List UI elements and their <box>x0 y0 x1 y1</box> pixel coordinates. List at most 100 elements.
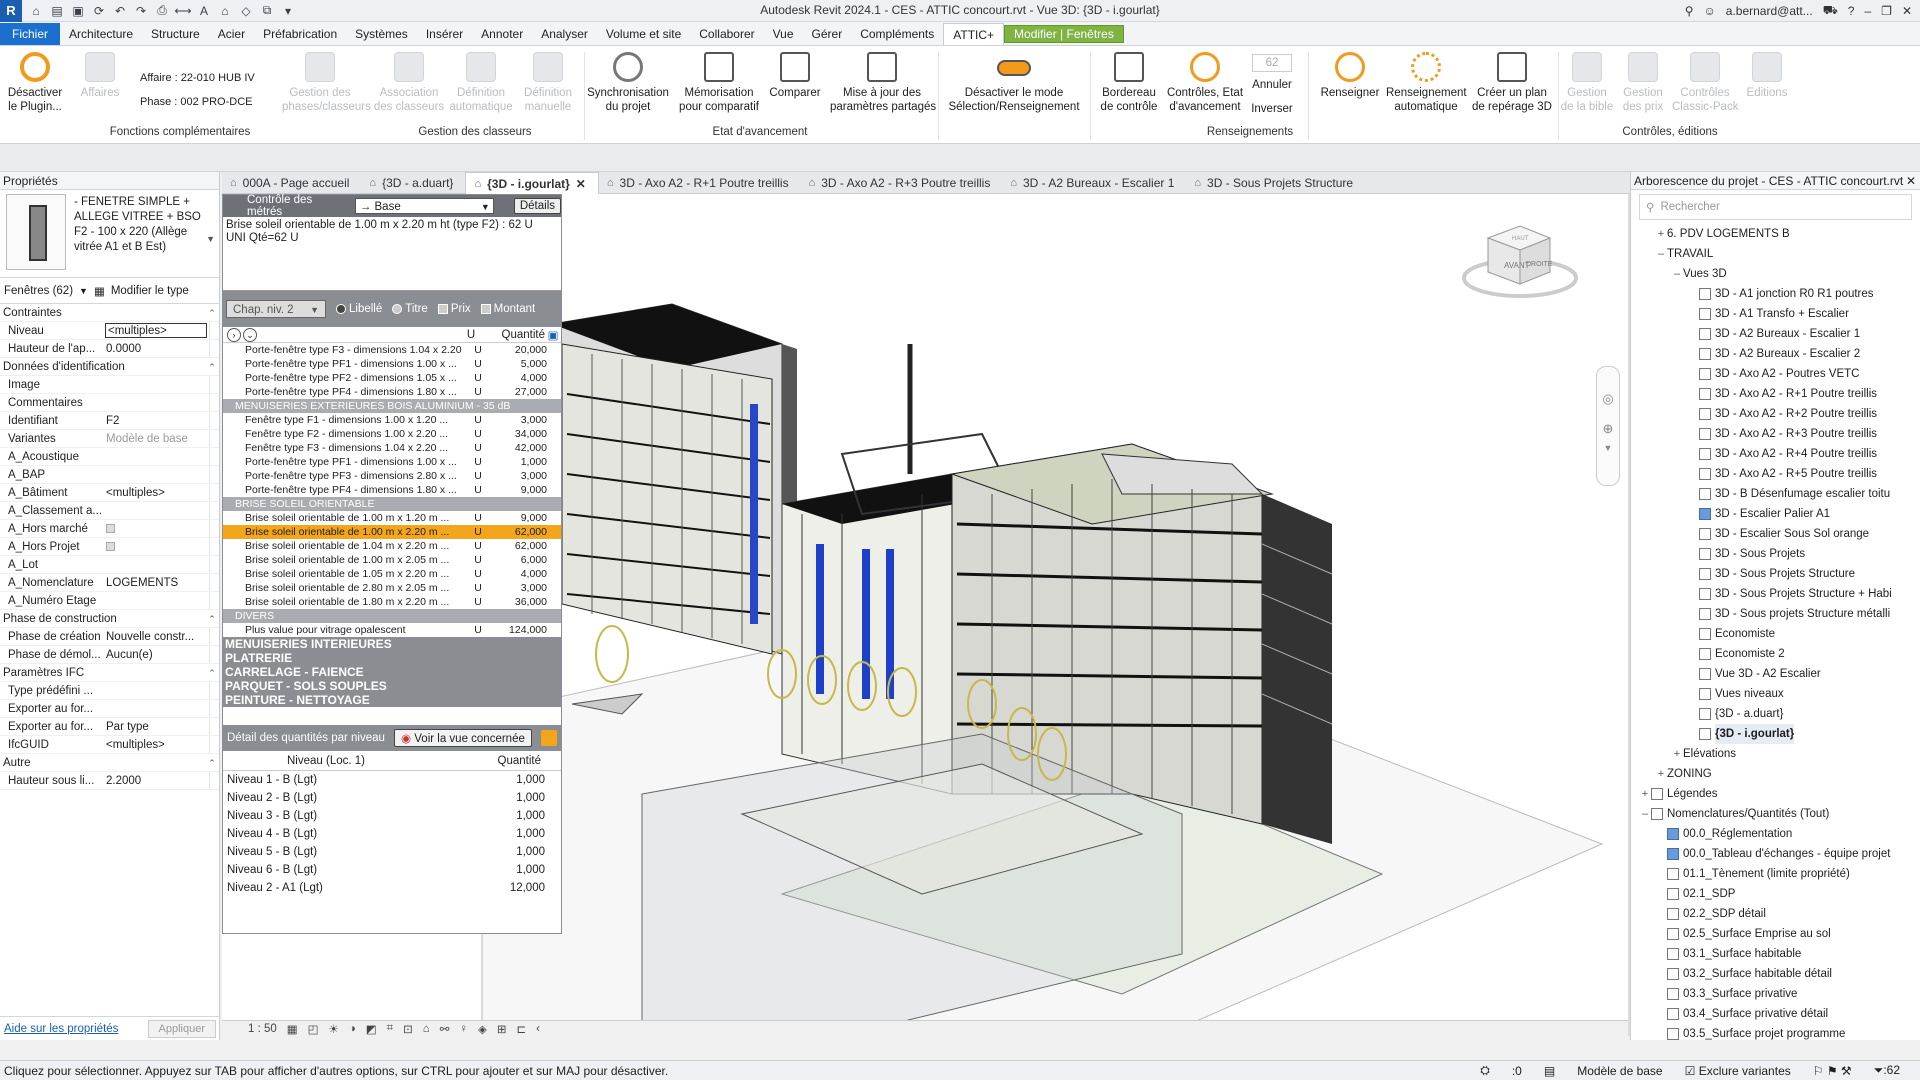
chevron-down-icon[interactable]: ▼ <box>1597 443 1619 453</box>
reveal-icon[interactable]: ♀ <box>459 1023 468 1035</box>
property-value[interactable] <box>103 556 209 573</box>
crop-icon[interactable]: ⌗ <box>387 1022 393 1035</box>
desactiver-mode-button[interactable]: Désactiver le mode Sélection/Renseigneme… <box>942 52 1086 114</box>
collapse-icon[interactable]: ⌃ <box>205 754 219 771</box>
deactivate-plugin-button[interactable]: Désactiver le Plugin... <box>4 52 66 114</box>
property-row[interactable]: Type prédéfini ... <box>0 682 219 700</box>
close-icon[interactable]: ✕ <box>1906 172 1920 189</box>
tree-node[interactable]: {3D - a.duart} <box>1631 704 1920 724</box>
property-value[interactable] <box>103 376 209 393</box>
viewcube-top[interactable]: HAUT <box>1512 236 1529 242</box>
property-row[interactable]: Exporter au for... <box>0 700 219 718</box>
tab-massing[interactable]: Volume et site <box>597 23 690 45</box>
tree-node[interactable]: 01.1_Tènement (limite propriété) <box>1631 864 1920 884</box>
property-value[interactable] <box>103 502 209 519</box>
tab-annotate[interactable]: Annoter <box>472 23 532 45</box>
quantity-row[interactable]: Porte-fenêtre type PF4 - dimensions 1.80… <box>223 385 561 399</box>
model-value[interactable]: Modèle de base <box>1577 1064 1662 1078</box>
tree-node[interactable]: + Légendes <box>1631 784 1920 804</box>
inverser-button[interactable]: Inverser <box>1244 102 1300 116</box>
tab-systems[interactable]: Systèmes <box>346 23 417 45</box>
bordereau-button[interactable]: Bordereau de contrôle <box>1096 52 1162 114</box>
property-row[interactable]: A_Hors marché <box>0 520 219 538</box>
chapter-row[interactable]: CARRELAGE - FAIENCE <box>223 665 561 679</box>
details-button[interactable]: Détails <box>513 198 561 214</box>
quantity-row[interactable]: Fenêtre type F2 - dimensions 1.00 x 2.20… <box>223 427 561 441</box>
type-name[interactable]: - FENETRE SIMPLE + ALLEGE VITREE + BSO F… <box>74 195 208 255</box>
property-row[interactable]: A_Hors Projet <box>0 538 219 556</box>
view-tab[interactable]: ⌂ {3D - a.duart} <box>361 172 465 194</box>
tree-node[interactable]: 02.5_Surface Emprise au sol <box>1631 924 1920 944</box>
collapse-icon[interactable]: ⌄ <box>243 327 257 342</box>
property-value[interactable]: <multiples> <box>103 484 209 501</box>
property-value[interactable] <box>103 466 209 483</box>
tab-addins[interactable]: Compléments <box>851 23 943 45</box>
viewcube-icon[interactable]: AVANT DROITE HAUT <box>1460 208 1580 308</box>
zoom-icon[interactable]: ⊕ <box>1597 421 1619 437</box>
expand-toggle-icon[interactable]: + <box>1639 784 1651 804</box>
filter-count[interactable]: ⏷:62 <box>1874 1063 1900 1078</box>
revit-logo[interactable]: R <box>0 0 22 22</box>
text-icon[interactable]: A <box>196 3 212 19</box>
affaires-button[interactable]: Affaires <box>72 52 128 100</box>
editions-button[interactable]: Editions <box>1740 52 1794 100</box>
radio-libelle[interactable]: Libellé <box>336 303 382 315</box>
view-tab[interactable]: ⌂ 3D - Axo A2 - R+3 Poutre treillis <box>801 172 1003 194</box>
quantity-row[interactable]: Fenêtre type F3 - dimensions 1.04 x 2.20… <box>223 441 561 455</box>
controles-etat-button[interactable]: Contrôles, Etat d'avancement <box>1164 52 1246 114</box>
measure-icon[interactable]: ⟷ <box>174 3 191 19</box>
view-tab[interactable]: ⌂ 3D - A2 Bureaux - Escalier 1 <box>1002 172 1186 194</box>
property-value[interactable] <box>103 592 209 609</box>
renseigner-button[interactable]: Renseigner <box>1312 52 1388 100</box>
property-value[interactable]: F2 <box>103 412 209 429</box>
property-row[interactable]: Hauteur sous li... 2.2000 <box>0 772 219 790</box>
tab-modify-windows[interactable]: Modifier | Fenêtres <box>1004 25 1124 43</box>
3d-viewport[interactable]: Contrôle des métrés → Base ▼ Détails Bris… <box>222 194 1628 1036</box>
print-icon[interactable]: ⎙ <box>154 3 170 19</box>
quantity-row[interactable]: Brise soleil orientable de 1.05 m x 2.20… <box>223 567 561 581</box>
tab-steel[interactable]: Acier <box>209 23 254 45</box>
metre-select[interactable]: → Base ▼ <box>354 198 494 214</box>
tree-node[interactable]: 3D - Sous projets Structure métalli <box>1631 604 1920 624</box>
property-group[interactable]: Autre ⌃ <box>0 754 219 772</box>
tab-structure[interactable]: Structure <box>142 23 209 45</box>
quantity-row[interactable]: Porte-fenêtre type PF1 - dimensions 1.00… <box>223 455 561 469</box>
tree-node[interactable]: 3D - Axo A2 - Poutres VETC <box>1631 364 1920 384</box>
chapter-row[interactable]: MENUISERIES INTERIEURES <box>223 637 561 651</box>
voir-vue-button[interactable]: ◉ Voir la vue concernée <box>394 729 532 747</box>
property-row[interactable]: Niveau <multiples> <box>0 322 219 340</box>
tree-node[interactable]: 3D - Escalier Palier A1 <box>1631 504 1920 524</box>
tree-node[interactable]: + ZONING <box>1631 764 1920 784</box>
gestion-prix-button[interactable]: Gestion des prix <box>1616 52 1670 114</box>
property-group[interactable]: Phase de construction ⌃ <box>0 610 219 628</box>
sun-path-icon[interactable]: ☀ <box>329 1022 339 1036</box>
radio-titre[interactable]: Titre <box>392 303 428 315</box>
tree-node[interactable]: 3D - Axo A2 - R+2 Poutre treillis <box>1631 404 1920 424</box>
expand-icon[interactable]: › <box>227 327 241 342</box>
checkbox-prix[interactable]: Prix <box>437 303 471 315</box>
niveau-row[interactable]: Niveau 2 - A1 (Lgt) 12,000 <box>223 879 561 897</box>
checkbox-montant[interactable]: Montant <box>480 303 535 315</box>
niveau-row[interactable]: Niveau 4 - B (Lgt) 1,000 <box>223 825 561 843</box>
apply-button[interactable]: Appliquer <box>147 1019 216 1038</box>
property-value[interactable]: Aucun(e) <box>103 646 209 663</box>
scale-value[interactable]: 1 : 50 <box>248 1023 277 1035</box>
chap-select[interactable]: Chap. niv. 2 ▼ <box>226 300 326 318</box>
association-button[interactable]: Association des classeurs <box>372 52 446 114</box>
property-row[interactable]: Commentaires <box>0 394 219 412</box>
quantity-row[interactable]: Brise soleil orientable de 1.80 m x 2.20… <box>223 595 561 609</box>
tab-analyze[interactable]: Analyser <box>532 23 597 45</box>
constraints-icon[interactable]: ⊏ <box>517 1022 527 1036</box>
maj-parametres-button[interactable]: Mise à jour des paramètres partagés <box>830 52 936 114</box>
niveau-row[interactable]: Niveau 3 - B (Lgt) 1,000 <box>223 807 561 825</box>
tree-node[interactable]: 00.0_Tableau d'échanges - équipe projet <box>1631 844 1920 864</box>
niveau-row[interactable]: Niveau 5 - B (Lgt) 1,000 <box>223 843 561 861</box>
tab-precast[interactable]: Préfabrication <box>254 23 346 45</box>
view-tab[interactable]: ⌂ {3D - i.gourlat} ✕ <box>465 172 599 194</box>
tree-node[interactable]: Economiste 2 <box>1631 644 1920 664</box>
home-icon[interactable]: ⌂ <box>28 3 44 19</box>
quantity-row[interactable]: Brise soleil orientable de 1.04 m x 2.20… <box>223 539 561 553</box>
tab-manage[interactable]: Gérer <box>803 23 852 45</box>
switch-windows-icon[interactable]: ⧉ <box>259 3 275 19</box>
shadows-icon[interactable]: ◑ <box>349 1023 356 1035</box>
